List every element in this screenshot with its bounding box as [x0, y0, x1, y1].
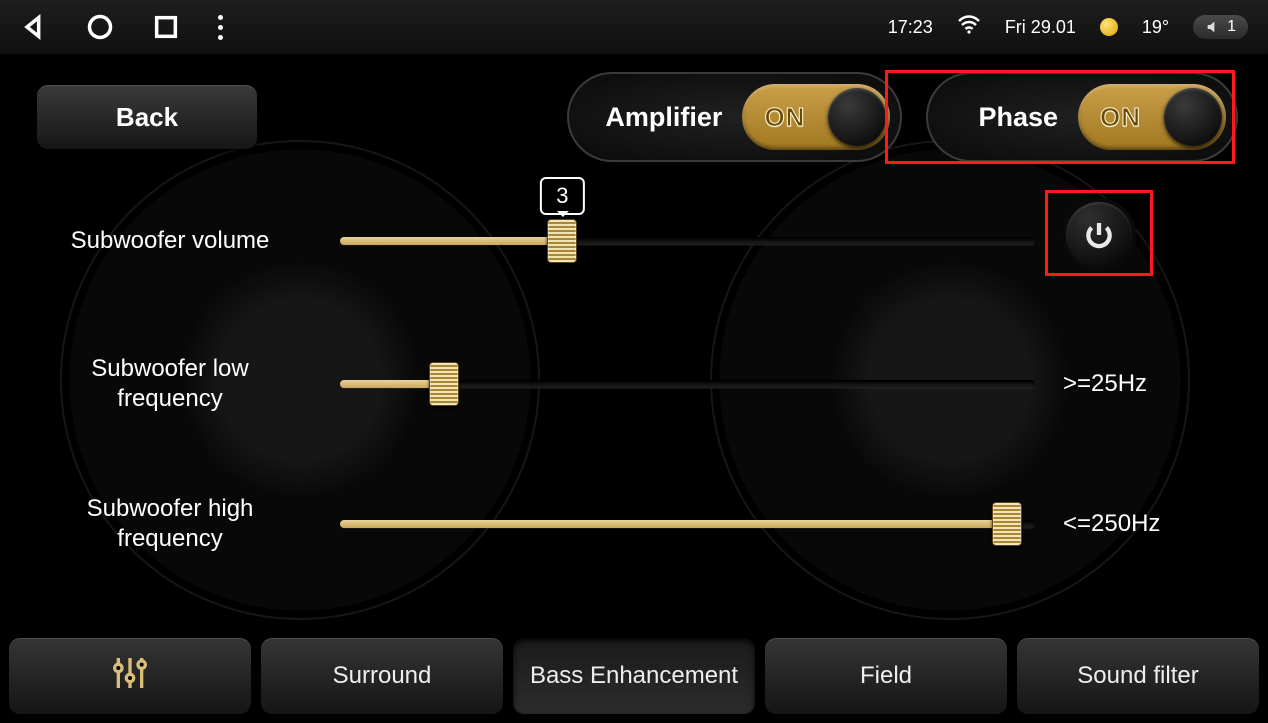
back-button-label: Back [116, 102, 178, 133]
amplifier-toggle-state: ON [764, 102, 805, 133]
tab-field[interactable]: Field [764, 637, 1008, 715]
slider-fill [340, 237, 562, 245]
phase-label: Phase [978, 102, 1058, 133]
back-button[interactable]: Back [36, 84, 258, 150]
tab-surround[interactable]: Surround [260, 637, 504, 715]
tab-bar: Surround Bass Enhancement Field Sound fi… [8, 637, 1260, 715]
sub-volume-label: Subwoofer volume [0, 226, 340, 256]
sub-volume-slider[interactable]: 3 [340, 237, 1035, 245]
status-date: Fri 29.01 [1005, 17, 1076, 38]
tab-sound-filter[interactable]: Sound filter [1016, 637, 1260, 715]
slider-thumb[interactable] [547, 219, 577, 263]
sub-low-label: Subwoofer lowfrequency [0, 354, 340, 414]
amplifier-toggle-group: Amplifier ON [567, 72, 902, 162]
overflow-menu-icon[interactable] [218, 15, 223, 40]
equalizer-icon [110, 653, 150, 700]
status-temp: 19° [1142, 17, 1169, 38]
wifi-icon [957, 13, 981, 42]
toggle-knob [828, 88, 886, 146]
tab-bass-enhancement[interactable]: Bass Enhancement [512, 637, 756, 715]
volume-badge[interactable]: 1 [1193, 15, 1248, 39]
tab-equalizer[interactable] [8, 637, 252, 715]
volume-badge-value: 1 [1227, 18, 1236, 36]
sub-high-slider[interactable] [340, 520, 1035, 528]
phase-toggle-state: ON [1100, 102, 1141, 133]
home-nav-icon[interactable] [86, 13, 114, 41]
slider-thumb[interactable] [429, 362, 459, 406]
toggle-knob [1164, 88, 1222, 146]
status-time: 17:23 [888, 17, 933, 38]
amplifier-label: Amplifier [605, 102, 722, 133]
phase-toggle[interactable]: ON [1078, 84, 1226, 150]
sub-low-slider[interactable] [340, 380, 1035, 388]
sub-high-value: <=250Hz [1035, 510, 1235, 538]
slider-fill [340, 520, 1007, 528]
back-nav-icon[interactable] [20, 13, 48, 41]
weather-icon [1100, 18, 1118, 36]
sub-volume-tooltip: 3 [540, 177, 584, 215]
amplifier-toggle[interactable]: ON [742, 84, 890, 150]
phase-toggle-group: Phase ON [926, 72, 1238, 162]
sub-low-value: >=25Hz [1035, 370, 1235, 398]
slider-thumb[interactable] [992, 502, 1022, 546]
status-bar: 17:23 Fri 29.01 19° 1 [0, 0, 1268, 54]
recents-nav-icon[interactable] [152, 13, 180, 41]
sub-high-label: Subwoofer highfrequency [0, 494, 340, 554]
